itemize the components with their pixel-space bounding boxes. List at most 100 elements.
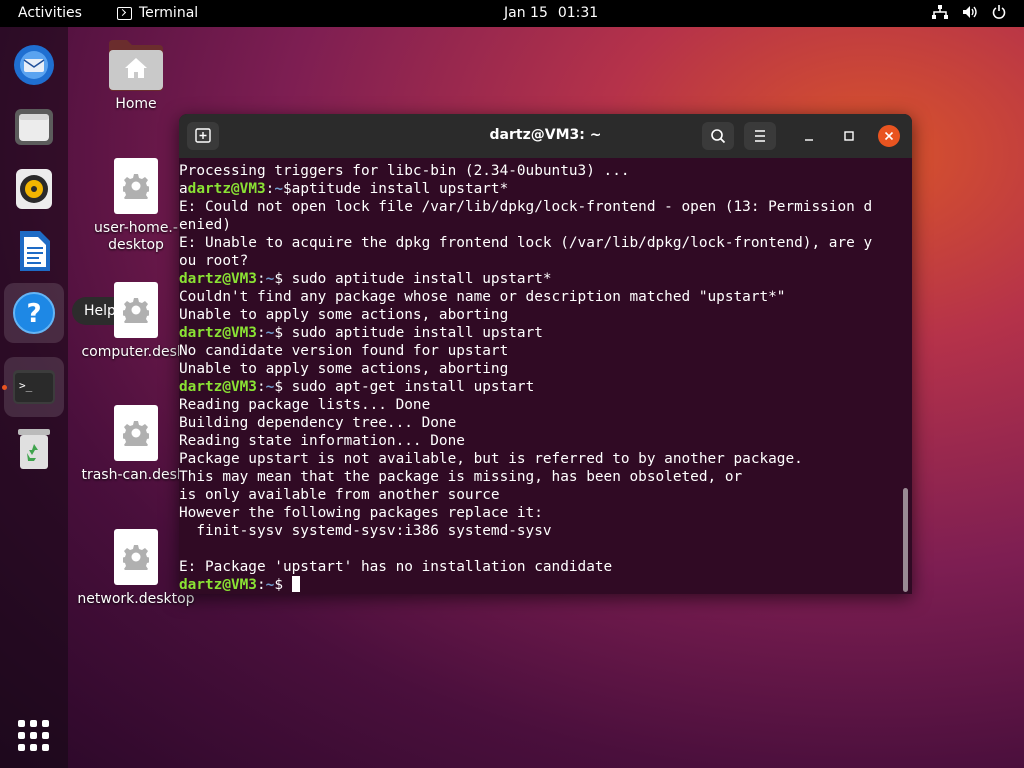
gear-icon — [123, 421, 149, 446]
desktop-icon-label: user-home.- desktop — [94, 220, 178, 253]
command-text: $aptitude install upstart* — [283, 181, 509, 197]
dock-item-trash[interactable] — [4, 419, 64, 479]
gear-icon — [123, 174, 149, 199]
volume-icon — [963, 6, 977, 18]
close-icon — [884, 131, 894, 141]
minimize-button[interactable] — [798, 125, 820, 147]
clock-time: 01:31 — [557, 5, 599, 21]
dock-item-files[interactable] — [4, 97, 64, 157]
terminal-line: Unable to apply some actions, aborting — [179, 307, 509, 323]
prompt-separator: : — [256, 271, 266, 287]
power-icon — [992, 5, 1006, 19]
search-icon — [711, 129, 726, 144]
terminal-line: dartz@VM3:~$ — [179, 576, 899, 594]
terminal-line: Package upstart is not available, but is… — [179, 451, 803, 467]
terminal-line: enied) — [179, 217, 231, 233]
menu-button[interactable] — [744, 122, 776, 150]
desktop-file-icon — [114, 282, 158, 338]
terminal-line: E: Could not open lock file /var/lib/dpk… — [179, 199, 873, 215]
dock-item-help[interactable]: ? — [4, 283, 64, 343]
terminal-line: Couldn't find any package whose name or … — [179, 289, 786, 305]
desktop-icon-user-home[interactable]: user-home.- desktop — [76, 158, 196, 254]
dock-item-writer[interactable] — [4, 221, 64, 281]
command-text: $ sudo aptitude install upstart* — [274, 271, 552, 287]
terminal-icon: >_ — [13, 370, 55, 404]
terminal-line: This may mean that the package is missin… — [179, 469, 743, 485]
command-text: $ sudo aptitude install upstart — [274, 325, 543, 341]
gear-icon — [123, 298, 149, 323]
desktop-icon-network[interactable]: network.desktop — [76, 529, 196, 608]
terminal-output[interactable]: Processing triggers for libc-bin (2.34-0… — [179, 162, 899, 594]
dock-item-rhythmbox[interactable] — [4, 159, 64, 219]
home-folder-icon — [109, 40, 163, 91]
maximize-button[interactable] — [838, 125, 860, 147]
network-icon — [932, 5, 948, 19]
prompt-user: dartz@VM3 — [179, 577, 257, 593]
terminal-line: Unable to apply some actions, aborting — [179, 361, 509, 377]
close-button[interactable] — [878, 125, 900, 147]
desktop-icon-label: trash-can.deskt — [81, 467, 191, 483]
terminal-window[interactable]: dartz@VM3: ~ Processing triggers for lib… — [179, 114, 912, 594]
minimize-icon — [805, 139, 813, 141]
terminal-headerbar[interactable]: dartz@VM3: ~ — [179, 114, 912, 158]
desktop-icon-computer[interactable]: computer.deskt — [76, 282, 196, 361]
terminal-line: ou root? — [179, 253, 249, 269]
terminal-cursor — [291, 576, 300, 592]
hamburger-menu-icon — [755, 130, 765, 142]
dock: ? >_ — [0, 27, 68, 768]
mail-client-icon — [14, 45, 54, 85]
prompt-separator: : — [256, 379, 266, 395]
line-prefix: a — [179, 181, 188, 197]
prompt-separator: : — [256, 325, 266, 341]
document-writer-icon — [20, 231, 50, 271]
terminal-icon — [117, 6, 132, 20]
terminal-scrollbar[interactable] — [903, 488, 908, 592]
terminal-line: dartz@VM3:~$ sudo aptitude install upsta… — [179, 270, 899, 288]
clock[interactable]: Jan 15 01:31 — [504, 5, 598, 21]
svg-text:?: ? — [26, 299, 41, 329]
prompt-user: dartz@VM3 — [179, 325, 257, 341]
terminal-line: is only available from another source — [179, 487, 500, 503]
top-bar: Activities Terminal Jan 15 01:31 — [0, 0, 1024, 27]
terminal-line: adartz@VM3:~$aptitude install upstart* — [179, 180, 899, 198]
prompt-user: dartz@VM3 — [179, 271, 257, 287]
terminal-line: However the following packages replace i… — [179, 505, 543, 521]
terminal-line: No candidate version found for upstart — [179, 343, 509, 359]
desktop-file-icon — [114, 158, 158, 214]
running-indicator — [2, 385, 7, 390]
show-applications-icon[interactable] — [18, 720, 50, 752]
terminal-line: E: Unable to acquire the dpkg frontend l… — [179, 235, 873, 251]
prompt-user: dartz@VM3 — [179, 379, 257, 395]
prompt-path: ~ — [274, 181, 283, 197]
desktop-icon-trash-can[interactable]: trash-can.deskt — [76, 405, 196, 484]
dock-item-thunderbird[interactable] — [4, 35, 64, 95]
terminal-line: Building dependency tree... Done — [179, 415, 457, 431]
command-text: $ — [274, 577, 292, 593]
desktop-icon-home[interactable]: Home — [76, 36, 196, 113]
prompt-user: dartz@VM3 — [187, 181, 266, 197]
maximize-icon — [844, 131, 854, 141]
music-player-icon — [16, 169, 52, 209]
clock-date: Jan 15 — [504, 5, 548, 21]
system-status-menu[interactable] — [932, 5, 1006, 19]
terminal-line: dartz@VM3:~$ sudo aptitude install upsta… — [179, 324, 899, 342]
terminal-line: finit-sysv systemd-sysv:i386 systemd-sys… — [179, 523, 552, 539]
desktop-icon-label: Home — [115, 96, 157, 112]
svg-text:>_: >_ — [19, 379, 33, 392]
terminal-line: E: Package 'upstart' has no installation… — [179, 559, 613, 575]
terminal-line: Reading package lists... Done — [179, 397, 431, 413]
desktop-file-icon — [114, 529, 158, 585]
trash-icon — [18, 429, 50, 469]
terminal-line: Processing triggers for libc-bin (2.34-0… — [179, 163, 630, 179]
terminal-line: Reading state information... Done — [179, 433, 465, 449]
prompt-separator: : — [256, 577, 266, 593]
desktop-icon-label: network.desktop — [77, 591, 195, 607]
command-text: $ sudo apt-get install upstart — [274, 379, 535, 395]
search-button[interactable] — [702, 122, 734, 150]
dock-item-terminal[interactable]: >_ — [2, 357, 64, 417]
desktop-icon-label: computer.deskt — [81, 344, 191, 360]
app-menu[interactable]: Terminal — [117, 5, 198, 21]
activities-button[interactable]: Activities — [18, 5, 82, 21]
help-icon: ? — [13, 292, 55, 334]
